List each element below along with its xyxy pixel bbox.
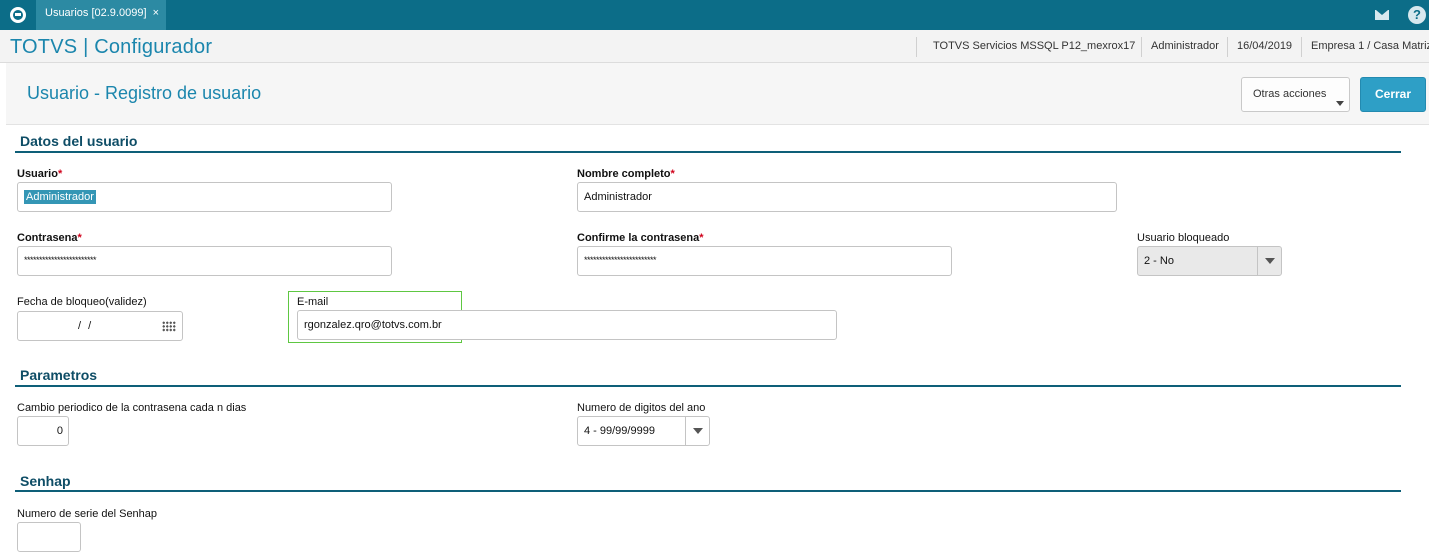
header-user: Administrador bbox=[1151, 40, 1219, 52]
serie-input[interactable] bbox=[17, 522, 81, 552]
section-title-user-data: Datos del usuario bbox=[20, 133, 138, 149]
close-button[interactable]: Cerrar bbox=[1360, 77, 1426, 112]
header-date: 16/04/2019 bbox=[1237, 40, 1293, 52]
page-title-bar: Usuario - Registro de usuario Otras acci… bbox=[6, 63, 1429, 125]
confirme-label: Confirme la contrasena* bbox=[577, 232, 704, 244]
bloqueado-select[interactable]: 2 - No bbox=[1137, 246, 1282, 276]
email-label: E-mail bbox=[297, 296, 329, 308]
totvs-logo-icon[interactable] bbox=[0, 0, 36, 30]
bloqueado-value: 2 - No bbox=[1144, 255, 1174, 267]
usuario-input[interactable]: Administrador bbox=[17, 182, 392, 212]
other-actions-label: Otras acciones bbox=[1253, 88, 1327, 100]
usuario-label: Usuario* bbox=[17, 168, 63, 180]
section-divider bbox=[15, 490, 1401, 492]
fecha-label: Fecha de bloqueo(validez) bbox=[17, 296, 147, 308]
section-divider bbox=[15, 385, 1401, 387]
header-divider bbox=[1301, 37, 1302, 57]
header-environment: TOTVS Servicios MSSQL P12_mexrox17 bbox=[933, 40, 1136, 52]
header-company: Empresa 1 / Casa Matriz bbox=[1311, 40, 1429, 52]
contrasena-input[interactable]: ************************ bbox=[17, 246, 392, 276]
fecha-input[interactable]: / / bbox=[17, 311, 183, 341]
help-icon[interactable]: ? bbox=[1408, 6, 1426, 24]
digitos-label: Numero de digitos del ano bbox=[577, 402, 706, 414]
contrasena-label: Contrasena* bbox=[17, 232, 82, 244]
calendar-icon[interactable] bbox=[162, 321, 176, 332]
nombre-label: Nombre completo* bbox=[577, 168, 675, 180]
confirme-input[interactable]: ************************ bbox=[577, 246, 952, 276]
required-mark: * bbox=[699, 232, 704, 244]
required-mark: * bbox=[77, 232, 82, 244]
email-input[interactable]: rgonzalez.qro@totvs.com.br bbox=[297, 310, 837, 340]
chevron-down-icon bbox=[685, 417, 709, 445]
top-tab-bar: Usuarios [02.9.0099] × ? bbox=[0, 0, 1429, 30]
cambio-label: Cambio periodico de la contrasena cada n… bbox=[17, 402, 247, 414]
app-header: TOTVS | Configurador TOTVS Servicios MSS… bbox=[0, 30, 1429, 63]
tab-usuarios[interactable]: Usuarios [02.9.0099] × bbox=[36, 0, 166, 30]
required-mark: * bbox=[670, 168, 675, 180]
bloqueado-label: Usuario bloqueado bbox=[1137, 232, 1230, 244]
mail-icon[interactable] bbox=[1364, 0, 1400, 30]
tab-close-icon[interactable]: × bbox=[153, 0, 159, 26]
page-title: Usuario - Registro de usuario bbox=[27, 83, 262, 103]
other-actions-button[interactable]: Otras acciones bbox=[1241, 77, 1350, 112]
section-title-senhap: Senhap bbox=[20, 473, 71, 489]
digitos-value: 4 - 99/99/9999 bbox=[584, 425, 655, 437]
nombre-input[interactable]: Administrador bbox=[577, 182, 1117, 212]
header-divider bbox=[916, 37, 917, 57]
header-divider bbox=[1227, 37, 1228, 57]
app-brand-title: TOTVS | Configurador bbox=[10, 36, 213, 58]
digitos-select[interactable]: 4 - 99/99/9999 bbox=[577, 416, 710, 446]
chevron-down-icon bbox=[1257, 247, 1281, 275]
serie-label: Numero de serie del Senhap bbox=[17, 508, 158, 520]
tab-label: Usuarios [02.9.0099] bbox=[45, 7, 147, 19]
usuario-value: Administrador bbox=[24, 190, 96, 204]
section-divider bbox=[15, 151, 1401, 153]
header-divider bbox=[1141, 37, 1142, 57]
cambio-input[interactable]: 0 bbox=[17, 416, 69, 446]
section-title-parameters: Parametros bbox=[20, 367, 98, 383]
fecha-value: / / bbox=[78, 320, 92, 332]
caret-down-icon bbox=[1336, 101, 1344, 106]
required-mark: * bbox=[57, 168, 63, 180]
